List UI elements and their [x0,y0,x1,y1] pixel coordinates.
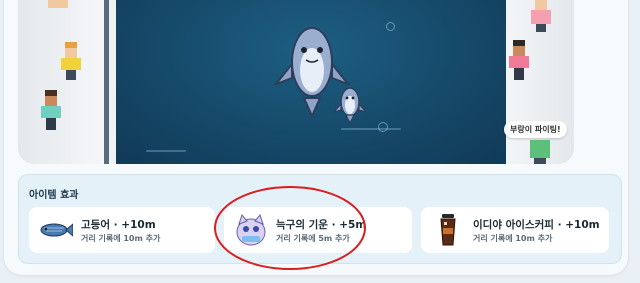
game-scene [18,0,574,164]
spectator-left-bottom [41,90,61,130]
item-title: 이디야 아이스커피 · +10m [473,219,600,231]
left-rail [104,0,109,164]
spectator-right-top [531,0,551,32]
baby-shark-icon [334,87,366,124]
spectator-right-middle [509,40,529,80]
item-effects-title: 아이템 효과 [29,190,79,201]
item-desc: 거리 기록에 10m 추가 [473,234,553,243]
item-desc: 거리 기록에 10m 추가 [81,234,161,243]
item-card-ediya-coffee[interactable]: 이디야 아이스커피 · +10m 거리 기록에 10m 추가 [421,207,609,253]
pool-water [116,0,506,164]
speech-bubble: 부랑이 파이팅! [504,121,567,138]
spectator-left-top [48,0,68,8]
item-title: 고등어 · +10m [81,219,156,231]
item-card-mackerel[interactable]: 고등어 · +10m 거리 기록에 10m 추가 [29,207,215,253]
mackerel-fish-icon [40,223,73,237]
left-wall [18,0,104,164]
highlight-annotation-circle [214,186,366,270]
spectator-right-bottom [530,140,550,164]
iced-coffee-icon [440,214,456,246]
spectator-left-middle [61,42,81,80]
